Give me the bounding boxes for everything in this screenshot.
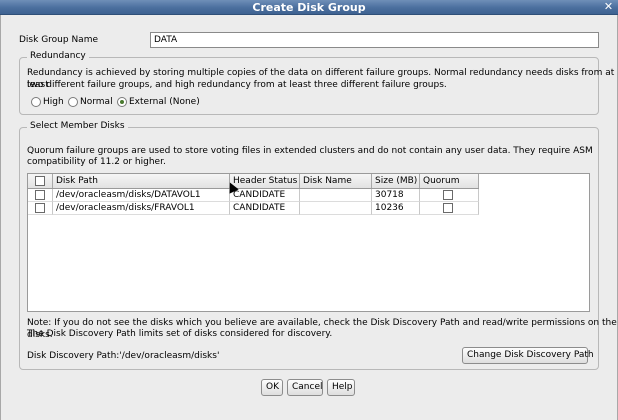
row-select-checkbox[interactable] <box>35 190 45 200</box>
quorum-cell <box>420 202 479 215</box>
member-disks-group-title: Select Member Disks <box>27 121 128 131</box>
radio-high-label[interactable]: High <box>43 97 64 107</box>
column-header-disk-name[interactable]: Disk Name <box>300 174 372 188</box>
close-icon[interactable]: ✕ <box>603 1 614 13</box>
discovery-path-label: Disk Discovery Path:'/dev/oracleasm/disk… <box>27 351 220 361</box>
change-discovery-path-button[interactable]: Change Disk Discovery Path <box>462 347 594 364</box>
radio-normal[interactable] <box>68 97 78 107</box>
quorum-description-line2: compatibility of 11.2 or higher. <box>27 157 166 167</box>
row-select-cell <box>28 202 53 215</box>
disk-name-cell[interactable] <box>300 189 372 202</box>
size-cell: 10236 <box>372 202 420 215</box>
disk-table: Disk Path Header Status Disk Name Size (… <box>27 173 590 312</box>
quorum-checkbox[interactable] <box>443 190 453 200</box>
disk-path-cell: /dev/oracleasm/disks/FRAVOL1 <box>53 202 230 215</box>
radio-normal-label[interactable]: Normal <box>80 97 113 107</box>
disk-path-cell: /dev/oracleasm/disks/DATAVOL1 <box>53 189 230 202</box>
size-cell: 30718 <box>372 189 420 202</box>
select-all-checkbox[interactable] <box>35 176 45 186</box>
disk-group-name-label: Disk Group Name <box>19 35 99 45</box>
disk-group-name-input[interactable]: DATA <box>150 32 599 48</box>
cancel-button[interactable]: Cancel <box>287 379 323 396</box>
window-border-left <box>0 15 1 420</box>
disk-table-header: Disk Path Header Status Disk Name Size (… <box>28 174 479 189</box>
window-title: Create Disk Group <box>252 1 366 14</box>
column-header-disk-path[interactable]: Disk Path <box>53 174 230 188</box>
radio-high[interactable] <box>31 97 41 107</box>
table-row[interactable]: /dev/oracleasm/disks/FRAVOL1 CANDIDATE 1… <box>28 202 479 215</box>
quorum-checkbox[interactable] <box>443 203 453 213</box>
discovery-note-line2: The Disk Discovery Path limits set of di… <box>27 329 333 339</box>
select-all-column <box>28 174 53 188</box>
header-status-cell: CANDIDATE <box>230 189 300 202</box>
radio-external[interactable] <box>117 97 127 107</box>
disk-name-cell[interactable] <box>300 202 372 215</box>
column-header-header-status[interactable]: Header Status <box>230 174 300 188</box>
radio-external-label[interactable]: External (None) <box>129 97 200 107</box>
quorum-cell <box>420 189 479 202</box>
row-select-cell <box>28 189 53 202</box>
help-button[interactable]: Help <box>327 379 355 396</box>
window-titlebar: Create Disk Group ✕ <box>0 0 618 15</box>
table-row[interactable]: /dev/oracleasm/disks/DATAVOL1 CANDIDATE … <box>28 189 479 202</box>
redundancy-group-title: Redundancy <box>27 51 89 61</box>
ok-button[interactable]: OK <box>261 379 283 396</box>
redundancy-description-line2: two different failure groups, and high r… <box>27 80 447 90</box>
header-status-cell: CANDIDATE <box>230 202 300 215</box>
column-header-quorum[interactable]: Quorum <box>420 174 479 188</box>
column-header-size[interactable]: Size (MB) <box>372 174 420 188</box>
row-select-checkbox[interactable] <box>35 203 45 213</box>
